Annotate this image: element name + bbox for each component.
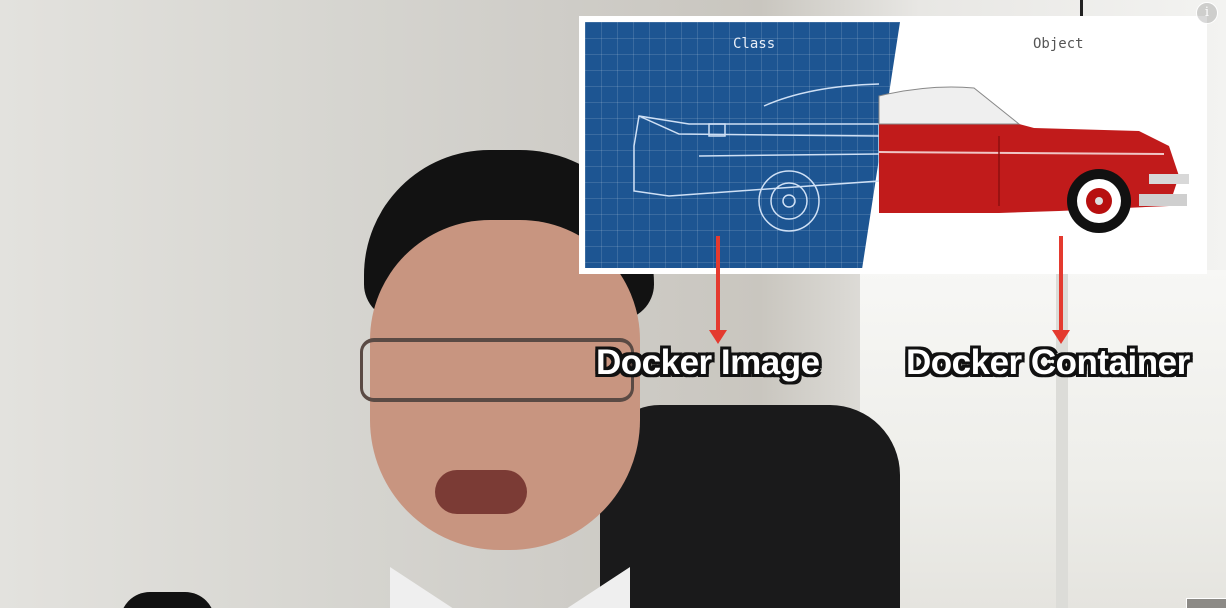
arrow-to-docker-image <box>709 236 727 344</box>
class-caption: Class <box>733 36 776 52</box>
arrow-to-docker-container <box>1052 236 1070 344</box>
presenter-mouth <box>435 470 527 514</box>
info-icon[interactable]: i <box>1196 2 1218 24</box>
car-illustration <box>633 83 1189 233</box>
video-frame[interactable]: Class Object Docker Image Docker Contain… <box>0 0 1226 608</box>
microphone <box>120 592 215 608</box>
object-caption: Object <box>1033 36 1084 52</box>
class-object-diagram: Class Object <box>579 16 1207 274</box>
glasses <box>360 338 634 402</box>
docker-image-label: Docker Image <box>596 343 820 382</box>
red-car <box>878 86 1189 233</box>
channel-avatar[interactable] <box>1186 598 1226 608</box>
blueprint-car <box>633 83 880 232</box>
docker-container-label: Docker Container <box>906 343 1190 382</box>
shirt-collar <box>390 567 630 608</box>
window-background <box>860 270 1226 608</box>
